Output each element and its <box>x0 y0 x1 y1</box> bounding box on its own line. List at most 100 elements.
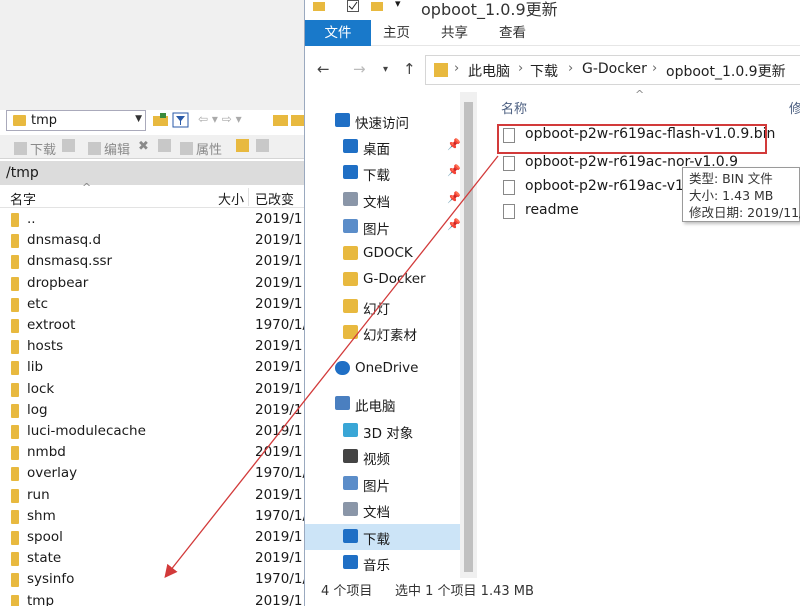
pin-icon[interactable]: 📌 <box>447 218 461 231</box>
table-row[interactable]: shm 1970/1/ <box>0 506 307 527</box>
breadcrumb-downloads[interactable]: 下载 <box>530 61 558 81</box>
more-button[interactable] <box>62 139 78 152</box>
nav-item[interactable]: GDOCK <box>305 241 460 267</box>
nav-item-label: 幻灯素材 <box>363 328 417 344</box>
nav-item[interactable]: 音乐 <box>305 550 460 576</box>
table-row[interactable]: nmbd 2019/11 <box>0 442 311 463</box>
table-row[interactable]: sysinfo 1970/1/ <box>0 569 307 590</box>
nav-item[interactable]: 幻灯素材 <box>305 320 460 346</box>
download-button[interactable]: 下载 <box>14 139 56 158</box>
scrollbar-thumb[interactable] <box>464 102 473 572</box>
table-row[interactable]: log 2019/11 <box>0 400 311 421</box>
new-file-button[interactable] <box>256 139 272 152</box>
table-row[interactable]: dropbear 2019/11 <box>0 273 311 294</box>
chevron-right-icon[interactable]: › <box>568 61 573 76</box>
delete-button[interactable]: ✖ <box>138 139 149 154</box>
file-name: overlay <box>27 465 78 482</box>
back-forward-icon[interactable]: ⇦ ▾ ⇨ ▾ <box>198 112 242 126</box>
nav-item-label: 音乐 <box>363 558 390 574</box>
file-name: extroot <box>27 317 76 333</box>
table-row[interactable]: lock 2019/11 <box>0 379 311 400</box>
table-row[interactable]: luci-modulecache 2019/11 <box>0 421 311 442</box>
table-row[interactable]: .. 2019/11 <box>0 209 311 230</box>
new-folder-icon <box>236 139 249 152</box>
file-name: dnsmasq.d <box>27 232 102 249</box>
tab-view[interactable]: 查看 <box>485 20 540 46</box>
nav-item[interactable]: G-Docker <box>305 267 460 293</box>
folder-icon <box>343 272 358 286</box>
left-panel-background <box>0 0 306 110</box>
transfer-icon <box>62 139 75 152</box>
table-row[interactable]: dnsmasq.ssr 2019/11 <box>0 251 311 272</box>
back-icon[interactable]: ← <box>317 60 330 78</box>
navigation-pane: 快速访问 桌面 📌 下载 📌 文档 📌 图片 📌 GDOCK G-Docker 幻灯 幻灯素材 OneDr… <box>305 92 461 578</box>
recent-locations-icon[interactable]: ▾ <box>383 64 388 75</box>
nav-item[interactable]: OneDrive <box>305 356 460 382</box>
table-row[interactable]: hosts 2019/11 <box>0 336 311 357</box>
remote-path-combo[interactable]: tmp ▼ <box>6 110 146 131</box>
document-icon <box>343 192 358 206</box>
tab-share[interactable]: 共享 <box>427 20 482 46</box>
table-row[interactable]: lib 2019/11 <box>0 357 311 378</box>
file-date: 2019/11 <box>255 359 312 376</box>
table-row[interactable]: etc 2019/11 <box>0 294 311 315</box>
breadcrumb-this-pc[interactable]: 此电脑 <box>468 61 510 81</box>
new-folder-button[interactable] <box>236 139 252 152</box>
table-row[interactable]: tmp2019/11/22 9:58:54rwxr-xr-x root <box>0 591 511 606</box>
edit-button[interactable]: 编辑 <box>88 139 130 158</box>
column-name[interactable]: 名字 <box>10 189 36 208</box>
nav-item[interactable]: 下载 <box>305 524 460 550</box>
table-row[interactable]: dnsmasq.d 2019/11 <box>0 230 311 251</box>
nav-item[interactable]: 此电脑 <box>305 391 460 417</box>
chevron-right-icon[interactable]: › <box>454 61 459 76</box>
forward-icon[interactable]: → <box>353 60 366 78</box>
tooltip-type: 类型: BIN 文件 <box>689 171 773 186</box>
folder-icon <box>343 246 358 260</box>
chevron-right-icon[interactable]: › <box>518 61 523 76</box>
nav-item[interactable]: 快速访问 <box>305 108 460 134</box>
table-row[interactable]: spool 2019/11 <box>0 527 311 548</box>
customize-quick-access-icon[interactable]: ▾ <box>395 0 401 10</box>
chevron-down-icon[interactable]: ▼ <box>135 114 142 124</box>
nav-item[interactable]: 桌面 📌 <box>305 134 461 160</box>
column-size[interactable]: 大小 <box>218 189 244 208</box>
pin-icon[interactable]: 📌 <box>447 191 461 204</box>
parent-folder-icon[interactable] <box>272 112 289 128</box>
nav-item[interactable]: 文档 📌 <box>305 187 461 213</box>
navigation-scrollbar[interactable] <box>460 92 477 578</box>
address-row: ← → ▾ ↑ › 此电脑 › 下载 › G-Docker › opboot_1… <box>305 52 800 88</box>
nav-item[interactable]: 图片 <box>305 471 460 497</box>
pin-icon[interactable]: 📌 <box>447 138 461 151</box>
checkbox-icon[interactable] <box>347 0 359 12</box>
nav-item[interactable]: 幻灯 <box>305 294 460 320</box>
ribbon-tabs: 文件 主页 共享 查看 <box>305 20 800 46</box>
filter-icon[interactable] <box>172 112 189 128</box>
properties-button[interactable]: 属性 <box>180 139 222 158</box>
column-changed[interactable]: 已改变 <box>255 189 294 208</box>
table-row[interactable]: state 2019/11 <box>0 548 311 569</box>
column-separator[interactable] <box>248 188 249 206</box>
nav-item[interactable]: 图片 📌 <box>305 214 461 240</box>
table-row[interactable]: run 2019/11 <box>0 485 311 506</box>
pin-icon[interactable]: 📌 <box>447 164 461 177</box>
tab-home[interactable]: 主页 <box>369 20 424 46</box>
table-row[interactable]: overlay 1970/1/ <box>0 463 307 484</box>
nav-item[interactable]: 视频 <box>305 444 460 470</box>
breadcrumb-current[interactable]: opboot_1.0.9更新 <box>666 61 786 81</box>
folder-icon[interactable] <box>371 0 383 12</box>
chevron-right-icon[interactable]: › <box>652 61 657 76</box>
nav-item[interactable]: 下载 📌 <box>305 160 461 186</box>
column-name[interactable]: 名称 <box>501 98 527 117</box>
nav-item[interactable]: 文档 <box>305 497 460 523</box>
address-bar[interactable]: › 此电脑 › 下载 › G-Docker › opboot_1.0.9更新 <box>425 55 800 85</box>
properties-icon <box>180 142 193 155</box>
open-folder-icon[interactable] <box>152 112 169 128</box>
up-icon[interactable]: ↑ <box>403 60 416 78</box>
rename-button[interactable] <box>158 139 174 152</box>
nav-item[interactable]: 3D 对象 <box>305 418 460 444</box>
tab-file[interactable]: 文件 <box>305 20 371 46</box>
table-row[interactable]: extroot 1970/1/ <box>0 315 307 336</box>
nav-item-label: GDOCK <box>363 245 413 261</box>
breadcrumb-g-docker[interactable]: G-Docker <box>582 61 647 77</box>
column-modified[interactable]: 修 <box>789 98 800 117</box>
